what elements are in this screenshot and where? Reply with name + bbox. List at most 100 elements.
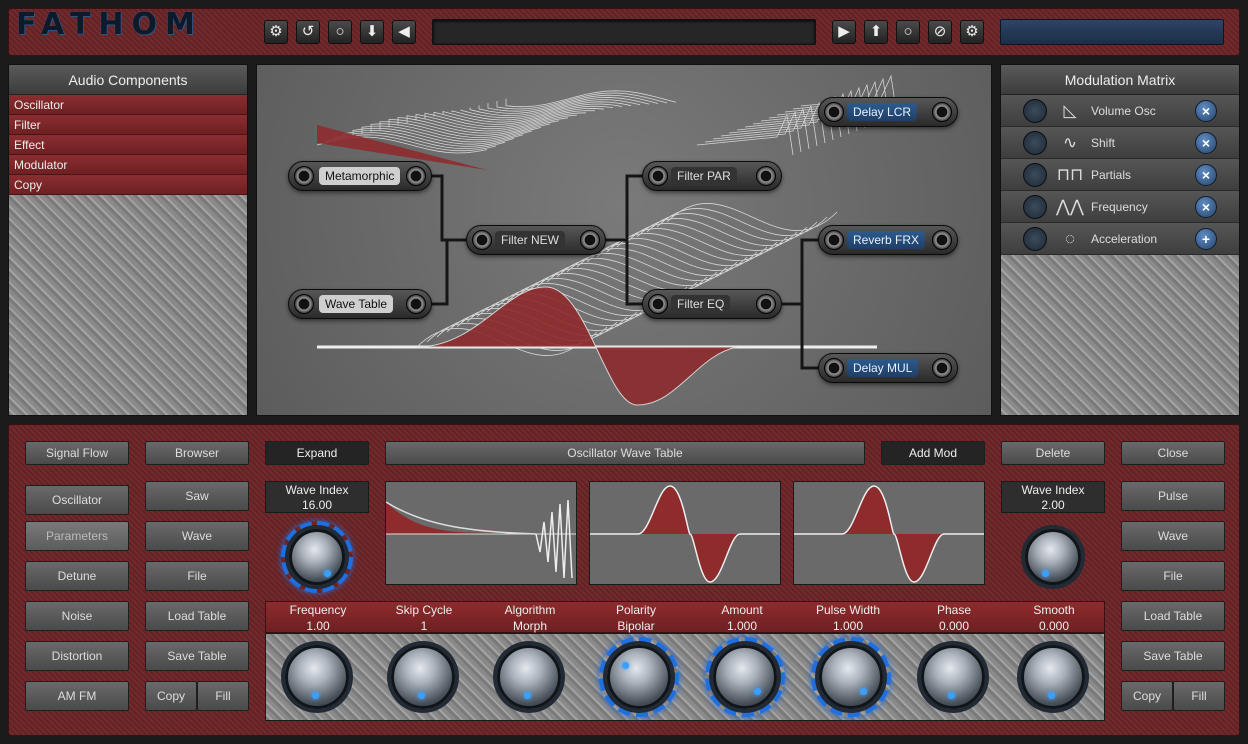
saw-button[interactable]: Saw (145, 481, 249, 511)
input-jack[interactable] (294, 294, 314, 314)
algorithm-knob[interactable] (497, 645, 561, 709)
param-value: 1 (420, 619, 428, 633)
oscillator-button[interactable]: Oscillator (25, 485, 129, 515)
input-jack[interactable] (824, 358, 844, 378)
frequency-knob[interactable] (285, 645, 349, 709)
wave-index-right-knob[interactable] (1025, 529, 1081, 585)
input-jack[interactable] (824, 230, 844, 250)
amount-knob[interactable] (713, 645, 777, 709)
file-button[interactable]: File (1121, 561, 1225, 591)
noise-button[interactable]: Noise (25, 601, 129, 631)
disabled-icon[interactable]: ⊘ (928, 20, 952, 44)
input-jack[interactable] (648, 166, 668, 186)
delete-button[interactable]: Delete (1001, 441, 1105, 465)
node-wave-table[interactable]: Wave Table (288, 289, 432, 319)
component-copy[interactable]: Copy (9, 175, 247, 195)
mod-row[interactable]: ∿ Shift × (1001, 127, 1239, 159)
skip-cycle-knob[interactable] (391, 645, 455, 709)
component-effect[interactable]: Effect (9, 135, 247, 155)
file-button[interactable]: File (145, 561, 249, 591)
wave-button[interactable]: Wave (1121, 521, 1225, 551)
undo-icon[interactable]: ↺ (296, 20, 320, 44)
mod-amount-knob[interactable] (1023, 131, 1047, 155)
mod-amount-knob[interactable] (1023, 99, 1047, 123)
mod-label: Acceleration (1091, 232, 1158, 246)
input-jack[interactable] (472, 230, 492, 250)
pulse-width-knob[interactable] (819, 645, 883, 709)
patch-name-display[interactable] (432, 19, 816, 45)
param-value: Bipolar (617, 619, 655, 633)
param-label: Frequency (289, 603, 347, 617)
output-jack[interactable] (932, 358, 952, 378)
parameters-button[interactable]: Parameters (25, 521, 129, 551)
upload-arrow-icon[interactable]: ⬆ (864, 20, 888, 44)
close-icon[interactable]: × (1195, 100, 1217, 122)
signal-flow-button[interactable]: Signal Flow (25, 441, 129, 465)
input-jack[interactable] (294, 166, 314, 186)
input-jack[interactable] (648, 294, 668, 314)
preset-display[interactable] (1000, 19, 1224, 45)
wave-button[interactable]: Wave (145, 521, 249, 551)
download-arrow-icon[interactable]: ⬇ (360, 20, 384, 44)
output-jack[interactable] (756, 166, 776, 186)
node-metamorphic[interactable]: Metamorphic (288, 161, 432, 191)
gear-icon[interactable]: ⚙ (960, 20, 984, 44)
add-mod-button[interactable]: Add Mod (881, 441, 985, 465)
mod-row[interactable]: ⋀⋀ Frequency × (1001, 191, 1239, 223)
detune-button[interactable]: Detune (25, 561, 129, 591)
gear-icon[interactable]: ⚙ (264, 20, 288, 44)
output-jack[interactable] (406, 294, 426, 314)
circle-icon[interactable]: ○ (328, 20, 352, 44)
node-filter-par[interactable]: Filter PAR (642, 161, 782, 191)
close-icon[interactable]: × (1195, 196, 1217, 218)
mod-amount-knob[interactable] (1023, 163, 1047, 187)
pulse-button[interactable]: Pulse (1121, 481, 1225, 511)
wavetable-scope (385, 481, 577, 585)
smooth-knob[interactable] (1021, 645, 1085, 709)
input-jack[interactable] (824, 102, 844, 122)
save-table-button[interactable]: Save Table (1121, 641, 1225, 671)
mod-row[interactable]: ⊓⊓ Partials × (1001, 159, 1239, 191)
load-table-button[interactable]: Load Table (145, 601, 249, 631)
output-jack[interactable] (756, 294, 776, 314)
left-arrow-icon[interactable]: ◀ (392, 20, 416, 44)
mod-amount-knob[interactable] (1023, 227, 1047, 251)
circle-icon[interactable]: ○ (896, 20, 920, 44)
wave-index-label: Wave Index (285, 483, 349, 497)
copy-button[interactable]: Copy (1121, 681, 1173, 711)
output-jack[interactable] (932, 230, 952, 250)
play-icon[interactable]: ▶ (832, 20, 856, 44)
component-modulator[interactable]: Modulator (9, 155, 247, 175)
node-filter-new[interactable]: Filter NEW (466, 225, 606, 255)
wave-index-left-knob[interactable] (289, 529, 345, 585)
node-reverb-frx[interactable]: Reverb FRX (818, 225, 958, 255)
browser-button[interactable]: Browser (145, 441, 249, 465)
fill-button[interactable]: Fill (197, 681, 249, 711)
mod-row[interactable]: ◌ Acceleration + (1001, 223, 1239, 255)
phase-knob[interactable] (921, 645, 985, 709)
fill-button[interactable]: Fill (1173, 681, 1225, 711)
node-delay-mul[interactable]: Delay MUL (818, 353, 958, 383)
component-filter[interactable]: Filter (9, 115, 247, 135)
output-jack[interactable] (932, 102, 952, 122)
polarity-knob[interactable] (607, 645, 671, 709)
distortion-button[interactable]: Distortion (25, 641, 129, 671)
node-filter-eq[interactable]: Filter EQ (642, 289, 782, 319)
close-button[interactable]: Close (1121, 441, 1225, 465)
output-jack[interactable] (406, 166, 426, 186)
output-jack[interactable] (580, 230, 600, 250)
close-icon[interactable]: × (1195, 132, 1217, 154)
close-icon[interactable]: × (1195, 164, 1217, 186)
oscillator-editor-panel: Signal Flow Oscillator Parameters Detune… (8, 424, 1240, 736)
copy-button[interactable]: Copy (145, 681, 197, 711)
expand-button[interactable]: Expand (265, 441, 369, 465)
am-fm-button[interactable]: AM FM (25, 681, 129, 711)
component-oscillator[interactable]: Oscillator (9, 95, 247, 115)
save-table-button[interactable]: Save Table (145, 641, 249, 671)
mod-amount-knob[interactable] (1023, 195, 1047, 219)
node-delay-lcr[interactable]: Delay LCR (818, 97, 958, 127)
plus-icon[interactable]: + (1195, 228, 1217, 250)
mod-row[interactable]: ◺ Volume Osc × (1001, 95, 1239, 127)
load-table-button[interactable]: Load Table (1121, 601, 1225, 631)
node-label: Filter PAR (671, 167, 737, 185)
